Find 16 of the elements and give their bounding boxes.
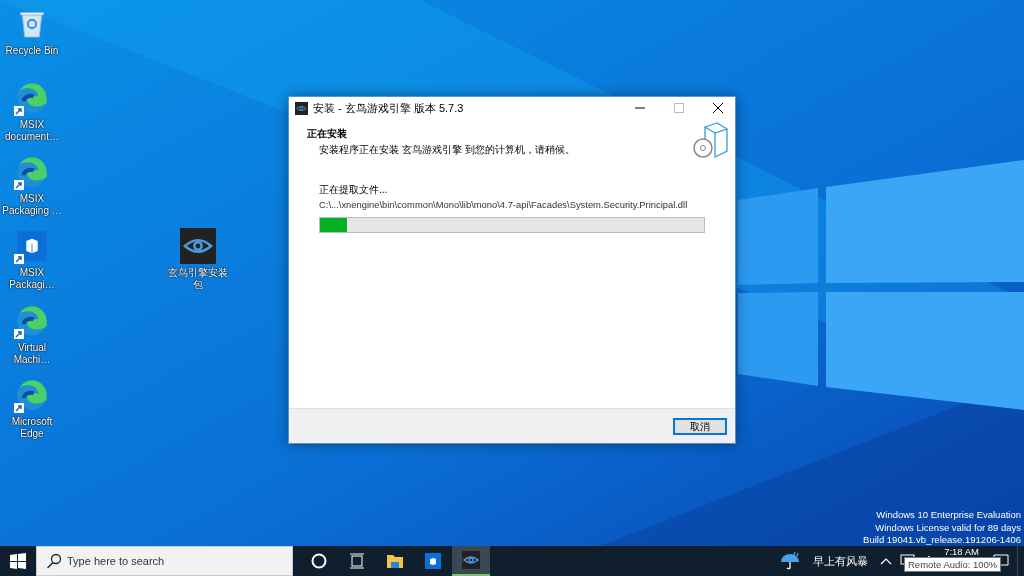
icon-label: MSIX Packaging …	[1, 193, 63, 217]
icon-label: MSIX document…	[4, 119, 60, 143]
status-text: 正在提取文件...	[319, 183, 389, 197]
icon-label: Recycle Bin	[4, 45, 60, 57]
watermark-text: Windows 10 Enterprise Evaluation	[875, 509, 1021, 522]
window-title: 安装 - 玄鸟游戏引擎 版本 5.7.3	[313, 100, 465, 116]
watermark-text: Windows License valid for 89 days	[874, 521, 1021, 534]
icon-label: 玄鸟引擎安装包	[167, 267, 229, 291]
icon-label: Microsoft Edge	[10, 416, 54, 440]
icon-label: Virtual Machi…	[12, 342, 52, 366]
page-subheading: 安装程序正在安装 玄鸟游戏引擎 到您的计算机，请稍候。	[318, 143, 575, 157]
tooltip: Remote Audio: 100%	[904, 557, 1002, 572]
watermark-text: Build 19041.vb_release.191206-1406	[863, 534, 1021, 547]
page-heading: 正在安装	[307, 127, 348, 141]
file-path: C:\...\xnengine\bin\common\Mono\lib\mono\4.7-api\Facades\System.Security.Principal.dll	[319, 199, 689, 210]
icon-label: MSIX Packagi…	[8, 267, 56, 291]
